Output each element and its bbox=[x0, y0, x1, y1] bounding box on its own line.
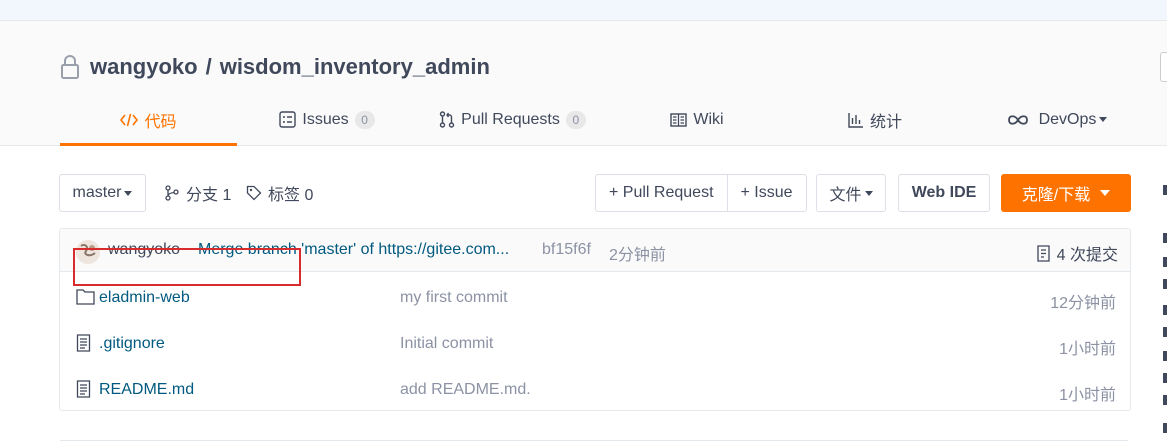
file-commit-time: 1小时前 bbox=[1059, 341, 1116, 358]
tab-wiki-label: Wiki bbox=[693, 110, 724, 128]
watch-button[interactable] bbox=[1160, 52, 1167, 82]
repo-name-link[interactable]: wisdom_inventory_admin bbox=[220, 54, 490, 80]
tab-code-label: 代码 bbox=[144, 113, 177, 131]
commits-icon bbox=[1036, 244, 1050, 262]
file-commit-time: 1小时前 bbox=[1059, 387, 1116, 404]
tab-stats-label: 统计 bbox=[869, 113, 902, 131]
commit-count-label: 4 次提交 bbox=[1056, 247, 1118, 264]
pull-requests-count-badge: 0 bbox=[565, 110, 586, 129]
chevron-down-icon bbox=[1099, 117, 1108, 122]
file-icon bbox=[76, 380, 91, 398]
commit-count-link[interactable]: 4 次提交 bbox=[1036, 241, 1118, 265]
file-name-link[interactable]: eladmin-web bbox=[99, 289, 190, 307]
clone-download-button[interactable]: 克隆/下载 bbox=[1001, 174, 1131, 212]
file-commit-message[interactable]: Initial commit bbox=[400, 335, 493, 353]
web-ide-button[interactable]: Web IDE bbox=[898, 174, 990, 212]
wiki-icon bbox=[670, 112, 688, 127]
file-name-link[interactable]: README.md bbox=[99, 381, 194, 399]
tab-issues[interactable]: Issues 0 bbox=[279, 96, 375, 143]
folder-icon bbox=[76, 289, 95, 305]
commit-time: 2分钟前 bbox=[609, 247, 666, 264]
file-menu-label: 文件 bbox=[829, 187, 862, 204]
issues-count-badge: 0 bbox=[354, 110, 375, 129]
file-commit-message[interactable]: my first commit bbox=[400, 289, 508, 307]
tab-devops[interactable]: DevOps bbox=[1004, 96, 1110, 143]
top-banner bbox=[0, 0, 1167, 21]
tab-pull-requests[interactable]: Pull Requests 0 bbox=[438, 96, 587, 143]
file-commit-time: 12分钟前 bbox=[1050, 295, 1116, 312]
infinity-icon bbox=[1007, 114, 1029, 126]
chevron-down-icon bbox=[1100, 190, 1111, 196]
issues-icon bbox=[279, 111, 297, 128]
code-icon bbox=[120, 112, 139, 128]
lock-icon bbox=[61, 55, 79, 79]
tag-icon bbox=[246, 185, 262, 201]
repo-separator: / bbox=[205, 54, 212, 79]
tab-devops-label: DevOps bbox=[1038, 110, 1097, 128]
repo-tabs: 代码 Issues 0 Pull Requests 0 Wiki 统计 DevO… bbox=[60, 96, 1140, 146]
branch-select[interactable]: master bbox=[59, 174, 146, 212]
pull-request-icon bbox=[439, 111, 455, 128]
tags-label-text: 标签 0 bbox=[268, 187, 314, 204]
branches-link[interactable]: 分支 1 bbox=[164, 174, 231, 212]
tab-code[interactable]: 代码 bbox=[60, 96, 237, 146]
new-pull-request-button[interactable]: + Pull Request bbox=[596, 175, 727, 211]
tab-pull-requests-label: Pull Requests bbox=[461, 110, 560, 128]
chevron-down-icon bbox=[864, 190, 873, 196]
file-name-link[interactable]: .gitignore bbox=[99, 335, 165, 353]
highlight-box bbox=[73, 248, 301, 286]
file-row[interactable]: .gitignore Initial commit 1小时前 bbox=[60, 321, 1130, 367]
create-button-group: + Pull Request + Issue bbox=[595, 174, 807, 212]
stats-icon bbox=[848, 112, 864, 128]
branch-icon bbox=[165, 185, 179, 201]
repo-owner-link[interactable]: wangyoko bbox=[90, 54, 198, 80]
chevron-down-icon bbox=[124, 190, 133, 196]
tab-wiki[interactable]: Wiki bbox=[668, 96, 726, 143]
tab-stats[interactable]: 统计 bbox=[846, 96, 904, 143]
file-menu-button[interactable]: 文件 bbox=[816, 174, 886, 212]
divider bbox=[60, 440, 1128, 441]
tags-link[interactable]: 标签 0 bbox=[246, 174, 313, 212]
sidebar-clipped-text bbox=[1160, 145, 1167, 442]
tab-issues-label: Issues bbox=[302, 110, 349, 128]
new-issue-button[interactable]: + Issue bbox=[726, 175, 806, 211]
file-icon bbox=[76, 334, 91, 352]
commit-hash-link[interactable]: bf15f6f bbox=[542, 241, 591, 259]
branches-label: 分支 1 bbox=[186, 187, 232, 204]
repo-title: wangyoko / wisdom_inventory_admin bbox=[60, 50, 490, 84]
branch-select-label: master bbox=[72, 184, 122, 201]
clone-download-label: 克隆/下载 bbox=[1021, 187, 1091, 204]
file-row[interactable]: README.md add README.md. 1小时前 bbox=[60, 367, 1130, 413]
file-commit-message[interactable]: add README.md. bbox=[400, 381, 531, 399]
